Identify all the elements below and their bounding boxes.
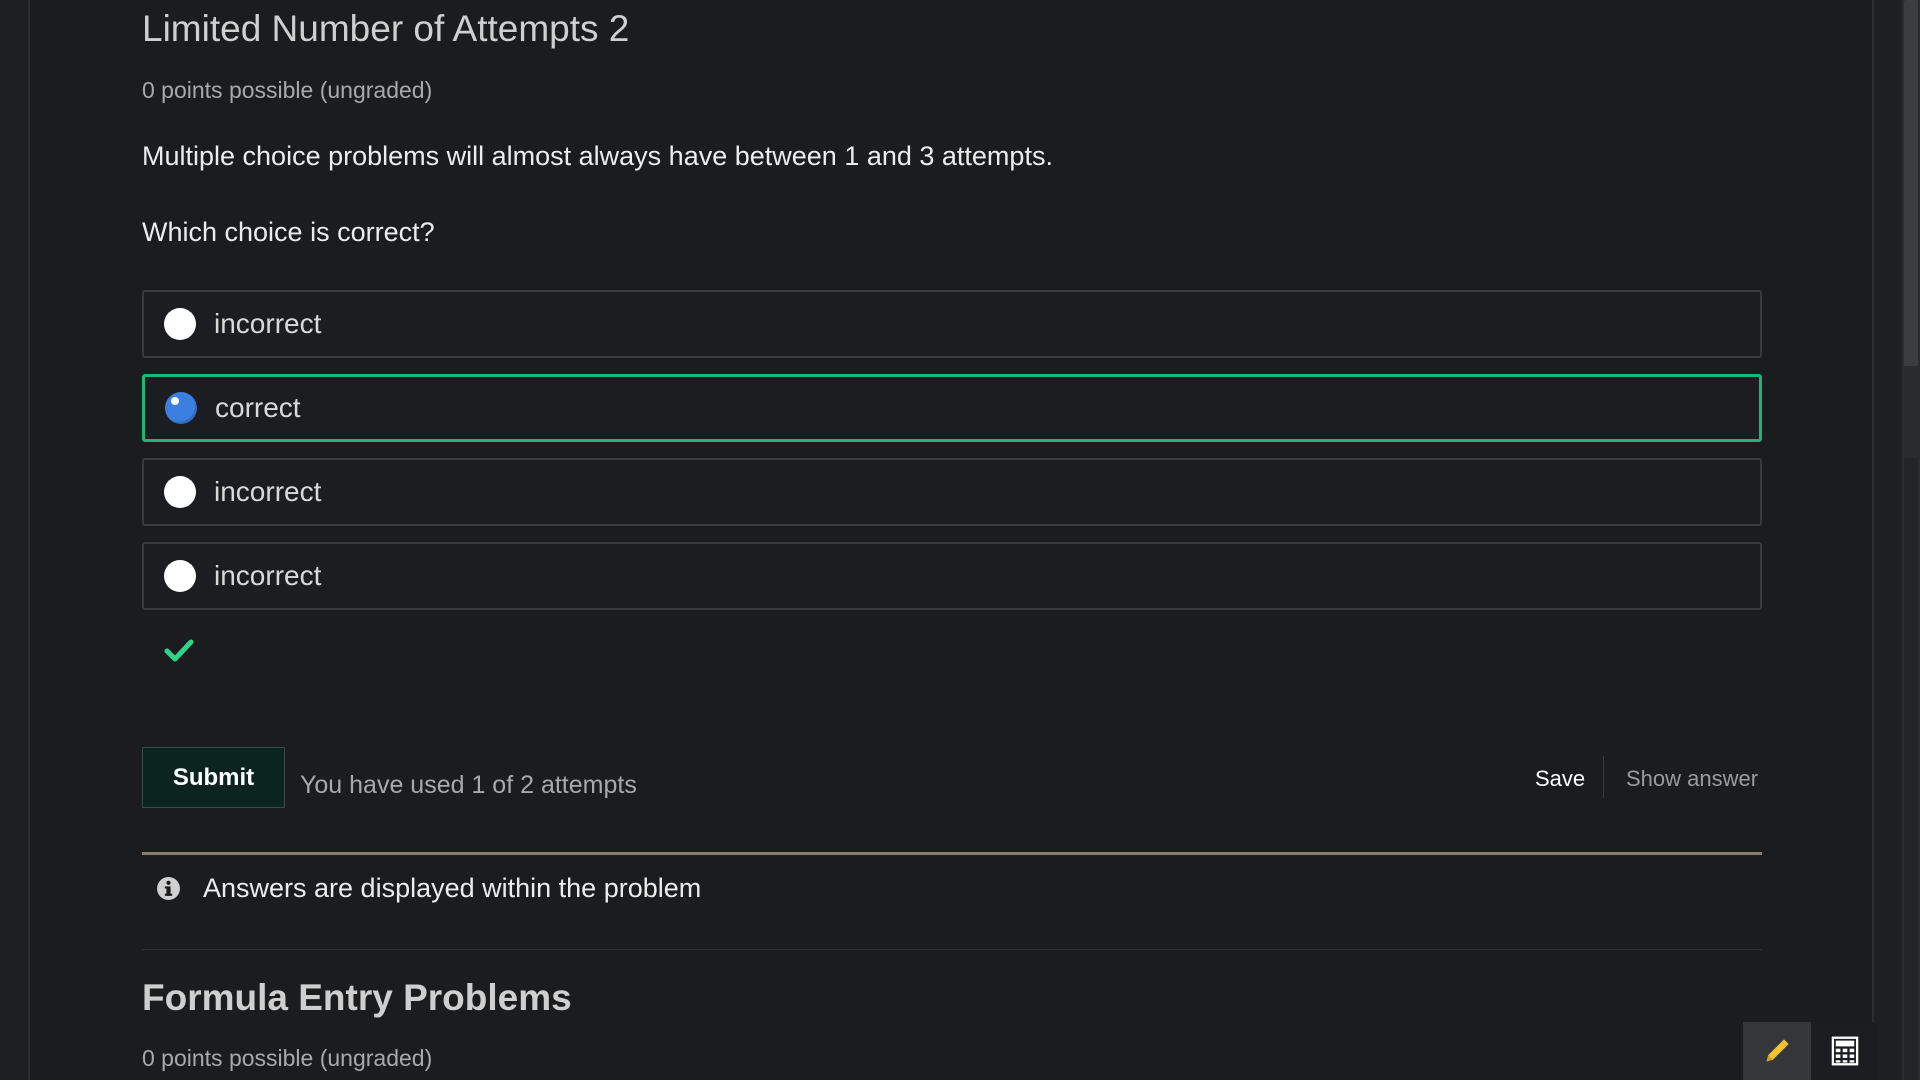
problem-question: Which choice is correct? xyxy=(142,217,435,247)
section-divider xyxy=(142,949,1762,950)
submit-button[interactable]: Submit xyxy=(142,747,285,808)
calculator-icon xyxy=(1831,1036,1859,1066)
radio-button-2-selected[interactable] xyxy=(165,392,197,424)
choice-label-4: incorrect xyxy=(214,560,322,591)
problem-prompt: Multiple choice problems will almost alw… xyxy=(142,141,1053,171)
radio-button-1[interactable] xyxy=(164,308,196,340)
info-icon xyxy=(157,877,180,900)
choice-option-1[interactable]: incorrect xyxy=(142,290,1762,358)
calculator-button[interactable] xyxy=(1811,1022,1879,1080)
choice-label-3: incorrect xyxy=(214,476,322,507)
pencil-icon xyxy=(1766,1039,1789,1062)
scrollbar-thumb[interactable] xyxy=(1904,0,1918,366)
notes-button[interactable] xyxy=(1743,1022,1811,1080)
radio-button-4[interactable] xyxy=(164,560,196,592)
next-problem-points: 0 points possible (ungraded) xyxy=(142,1045,433,1071)
save-button[interactable]: Save xyxy=(1535,766,1585,792)
choice-option-4[interactable]: incorrect xyxy=(142,542,1762,610)
problem-title: Limited Number of Attempts 2 xyxy=(142,8,630,49)
left-gutter xyxy=(0,0,30,1080)
page: Limited Number of Attempts 2 0 points po… xyxy=(0,0,1920,1080)
choice-label-1: incorrect xyxy=(214,308,322,339)
choice-option-3[interactable]: incorrect xyxy=(142,458,1762,526)
problem-points: 0 points possible (ungraded) xyxy=(142,77,433,103)
right-gutter xyxy=(1872,0,1902,1080)
notification-bar xyxy=(142,852,1762,855)
choice-label-2: correct xyxy=(215,392,301,423)
next-problem-title: Formula Entry Problems xyxy=(142,977,572,1018)
scrollbar-track-lower xyxy=(1904,458,1918,1080)
attempts-counter: You have used 1 of 2 attempts xyxy=(300,771,637,799)
show-answer-button[interactable]: Show answer xyxy=(1626,766,1758,792)
notification-message: Answers are displayed within the problem xyxy=(203,873,702,903)
checkmark-icon xyxy=(164,639,194,662)
radio-button-3[interactable] xyxy=(164,476,196,508)
action-divider xyxy=(1603,756,1604,798)
choice-option-2[interactable]: correct xyxy=(142,374,1762,442)
